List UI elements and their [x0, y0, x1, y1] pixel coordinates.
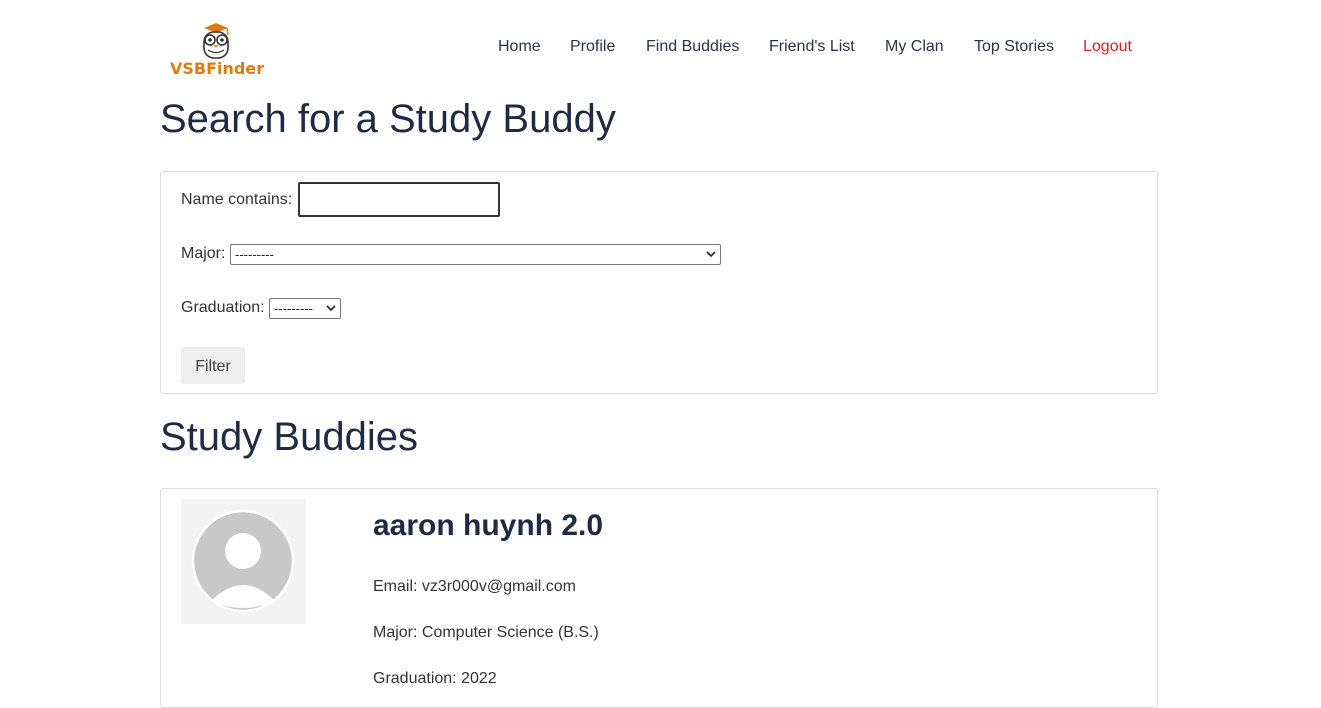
filter-button[interactable]: Filter [181, 347, 245, 384]
nav-top-stories[interactable]: Top Stories [974, 38, 1054, 56]
brand-name[interactable]: VSBFinder [170, 59, 264, 78]
name-contains-input[interactable] [298, 182, 500, 217]
graduation-selected-value: --------- [274, 301, 313, 316]
page: VSBFinder Home Profile Find Buddies Frie… [0, 0, 1321, 708]
default-avatar-icon [191, 509, 295, 613]
name-contains-label: Name contains: [181, 191, 293, 208]
buddy-card: aaron huynh 2.0 Email: vz3r000v@gmail.co… [160, 488, 1158, 708]
chevron-down-icon [326, 305, 336, 312]
filter-form: Name contains: Major: --------- Graduati… [160, 171, 1158, 394]
graduation-select[interactable]: --------- [269, 298, 341, 319]
chevron-down-icon [706, 251, 716, 258]
buddy-graduation: Graduation: 2022 [373, 670, 497, 687]
nav-find-buddies[interactable]: Find Buddies [646, 38, 739, 56]
buddy-email: Email: vz3r000v@gmail.com [373, 578, 576, 595]
graduation-label: Graduation: [181, 299, 265, 316]
nav-logout[interactable]: Logout [1083, 38, 1132, 56]
page-title: Search for a Study Buddy [160, 97, 616, 141]
study-buddies-title: Study Buddies [160, 415, 418, 459]
avatar[interactable] [181, 499, 306, 624]
major-label: Major: [181, 245, 226, 262]
top-nav: Home Profile Find Buddies Friend's List … [0, 38, 1321, 60]
nav-friends-list[interactable]: Friend's List [769, 38, 855, 56]
nav-profile[interactable]: Profile [570, 38, 615, 56]
major-select[interactable]: --------- [230, 244, 721, 265]
major-selected-value: --------- [235, 247, 274, 262]
nav-my-clan[interactable]: My Clan [885, 38, 944, 56]
buddy-name[interactable]: aaron huynh 2.0 [373, 509, 603, 543]
buddy-major: Major: Computer Science (B.S.) [373, 624, 599, 641]
nav-home[interactable]: Home [498, 38, 541, 56]
